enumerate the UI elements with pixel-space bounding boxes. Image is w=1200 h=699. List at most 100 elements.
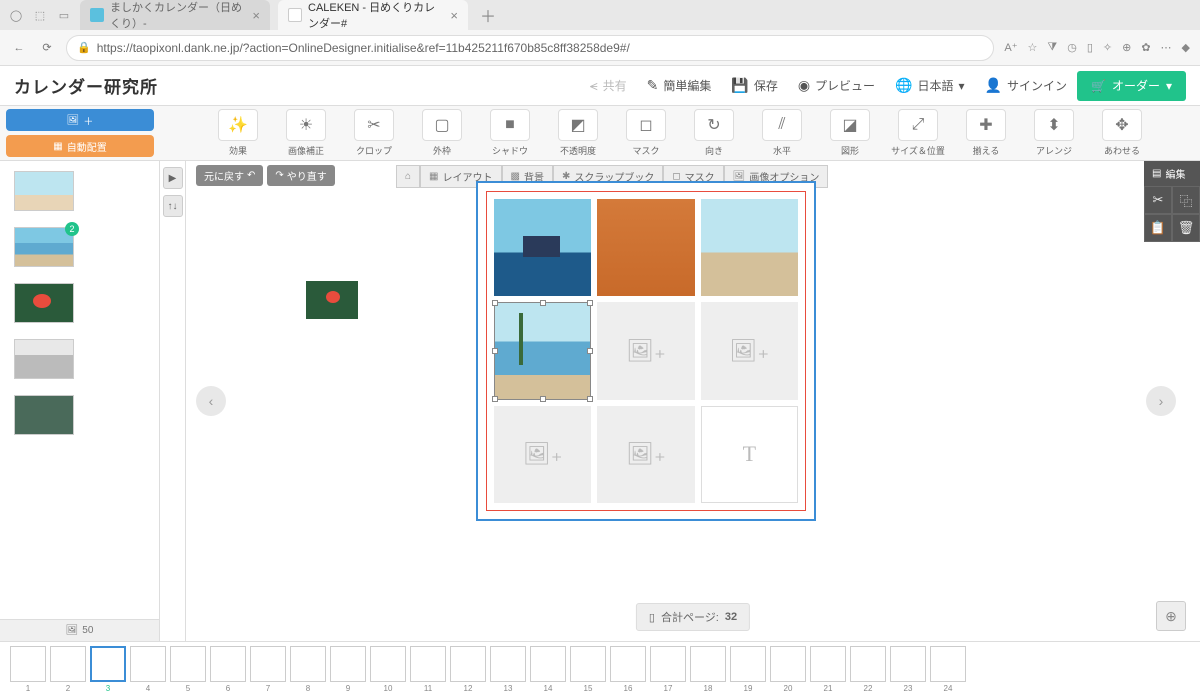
fit-button[interactable]: ✥ (1102, 109, 1142, 141)
sidebar-thumbnail[interactable] (14, 283, 74, 323)
extension-icon[interactable]: ⧩ (1047, 41, 1057, 54)
paste-button[interactable]: 📋 (1144, 214, 1172, 242)
page-thumbnail[interactable] (530, 646, 566, 682)
empty-photo-cell[interactable]: 🖼₊ (494, 406, 591, 503)
page-thumbnail[interactable] (250, 646, 286, 682)
star-icon[interactable]: ☆ (1028, 41, 1038, 54)
resize-handle[interactable] (540, 300, 546, 306)
url-input[interactable]: 🔒 https://taopixonl.dank.ne.jp/?action=O… (66, 35, 994, 61)
align-button[interactable]: ✚ (966, 109, 1006, 141)
page-thumbnail[interactable] (450, 646, 486, 682)
redo-button[interactable]: ↷やり直す (267, 165, 334, 186)
sidebar-thumbnail[interactable]: 2 (14, 227, 74, 267)
edit-tab[interactable]: ▤編集 (1144, 161, 1200, 186)
auto-layout-button[interactable]: ▦自動配置 (6, 135, 154, 157)
copilot-icon[interactable]: ◆ (1182, 41, 1190, 54)
collections-icon[interactable]: ⊕ (1122, 41, 1131, 54)
play-button[interactable]: ▶ (163, 167, 183, 189)
page-thumbnail[interactable] (130, 646, 166, 682)
page-thumbnail[interactable] (930, 646, 966, 682)
sidebar-thumbnail[interactable] (14, 171, 74, 211)
level-button[interactable]: ⫽ (762, 109, 802, 141)
orientation-button[interactable]: ↻ (694, 109, 734, 141)
empty-photo-cell[interactable]: 🖼₊ (597, 302, 694, 399)
page-thumbnail[interactable] (770, 646, 806, 682)
home-tab[interactable]: ⌂ (396, 165, 420, 188)
tab-inactive[interactable]: ましかくカレンダー（日めくり）- × (80, 0, 270, 30)
resize-handle[interactable] (587, 300, 593, 306)
page-thumbnail[interactable] (570, 646, 606, 682)
menu-icon[interactable]: ⋯ (1161, 41, 1172, 54)
photo-cell[interactable] (494, 199, 591, 296)
favorites-icon[interactable]: ✧ (1103, 41, 1112, 54)
sidebar-thumbnail[interactable] (14, 395, 74, 435)
copy-button[interactable]: ⿻ (1172, 186, 1200, 214)
resize-handle[interactable] (587, 348, 593, 354)
close-icon[interactable]: × (252, 8, 260, 23)
shape-button[interactable]: ◪ (830, 109, 870, 141)
page-thumbnail[interactable] (850, 646, 886, 682)
page-thumbnail[interactable] (330, 646, 366, 682)
mask-button[interactable]: ◻ (626, 109, 666, 141)
page-thumbnail[interactable] (290, 646, 326, 682)
delete-button[interactable]: 🗑 (1172, 214, 1200, 242)
language-select[interactable]: 🌐日本語▾ (885, 66, 974, 106)
page-thumbnail[interactable] (90, 646, 126, 682)
text-cell[interactable]: T (701, 406, 798, 503)
frame-button[interactable]: ▢ (422, 109, 462, 141)
sort-button[interactable]: ↑↓ (163, 195, 183, 217)
back-icon[interactable]: ← (10, 39, 28, 57)
page-thumbnail[interactable] (10, 646, 46, 682)
page-thumbnail[interactable] (730, 646, 766, 682)
signin-button[interactable]: 👤サインイン (975, 66, 1077, 106)
profile-icon[interactable]: ◯ (8, 7, 24, 23)
save-button[interactable]: 💾保存 (721, 66, 787, 106)
tab-active[interactable]: CALEKEN - 日めくりカレンダー# × (278, 0, 468, 30)
resize-handle[interactable] (492, 348, 498, 354)
add-image-button[interactable]: 🖼＋ (6, 109, 154, 131)
crop-button[interactable]: ✂ (354, 109, 394, 141)
next-page-button[interactable]: › (1146, 386, 1176, 416)
arrange-button[interactable]: ⬍ (1034, 109, 1074, 141)
page-thumbnail[interactable] (410, 646, 446, 682)
close-icon[interactable]: × (450, 8, 458, 23)
order-button[interactable]: 🛒オーダー▾ (1077, 71, 1186, 101)
shadow-button[interactable]: ■ (490, 109, 530, 141)
resize-handle[interactable] (540, 396, 546, 402)
size-position-button[interactable]: ⤢ (898, 109, 938, 141)
text-size-icon[interactable]: A⁺ (1004, 41, 1017, 54)
refresh-icon[interactable]: ⟳ (38, 39, 56, 57)
new-tab-button[interactable]: ＋ (476, 3, 500, 27)
cut-button[interactable]: ✂ (1144, 186, 1172, 214)
page-thumbnail[interactable] (210, 646, 246, 682)
undo-button[interactable]: 元に戻す↶ (196, 165, 263, 186)
page-thumbnail[interactable] (890, 646, 926, 682)
page-strip[interactable]: 123456789101112131415161718192021222324 (0, 641, 1200, 699)
page-thumbnail[interactable] (490, 646, 526, 682)
canvas[interactable]: 元に戻す↶ ↷やり直す ⌂ ▦レイアウト ▩背景 ✱スクラップブック ◻マスク … (186, 161, 1200, 641)
page-thumbnail[interactable] (370, 646, 406, 682)
tabs-icon[interactable]: ▭ (56, 7, 72, 23)
resize-handle[interactable] (587, 396, 593, 402)
sidebar-thumbnail[interactable] (14, 339, 74, 379)
resize-handle[interactable] (492, 300, 498, 306)
photo-cell[interactable] (597, 199, 694, 296)
dragged-image[interactable] (306, 281, 358, 319)
reader-icon[interactable]: ▯ (1087, 41, 1093, 54)
photo-cell[interactable] (701, 199, 798, 296)
photo-cell-selected[interactable] (494, 302, 591, 399)
effect-button[interactable]: ✨ (218, 109, 258, 141)
resize-handle[interactable] (492, 396, 498, 402)
page-thumbnail[interactable] (690, 646, 726, 682)
workspace-icon[interactable]: ⬚ (32, 7, 48, 23)
page-thumbnail[interactable] (650, 646, 686, 682)
correction-button[interactable]: ☀ (286, 109, 326, 141)
preview-button[interactable]: ◉プレビュー (788, 66, 885, 106)
share-button[interactable]: ⪪共有 (580, 66, 637, 106)
opacity-button[interactable]: ◩ (558, 109, 598, 141)
page-thumbnail[interactable] (610, 646, 646, 682)
zoom-in-button[interactable]: ⊕ (1156, 601, 1186, 631)
prev-page-button[interactable]: ‹ (196, 386, 226, 416)
page-thumbnail[interactable] (170, 646, 206, 682)
page-thumbnail[interactable] (810, 646, 846, 682)
